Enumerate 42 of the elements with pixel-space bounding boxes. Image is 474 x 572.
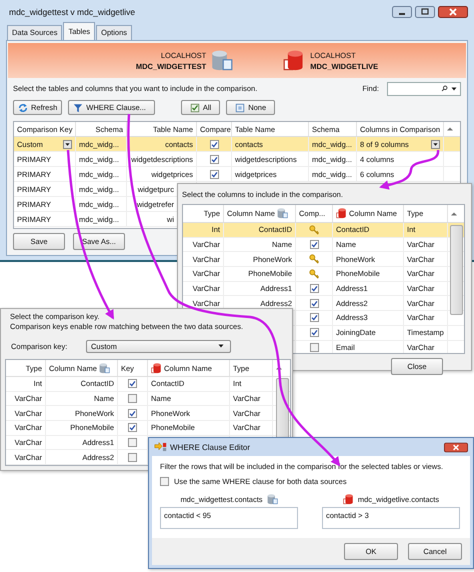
checkbox[interactable]	[310, 240, 318, 250]
checkbox[interactable]	[310, 313, 318, 322]
window-title: mdc_widgettest v mdc_widgetlive	[9, 7, 136, 17]
checkbox[interactable]	[310, 298, 318, 308]
funnel-icon	[73, 102, 84, 112]
checkbox[interactable]	[128, 394, 137, 404]
dropdown-button[interactable]	[63, 140, 72, 148]
caret-icon	[217, 342, 225, 350]
refresh-icon	[18, 102, 28, 112]
scrollbar[interactable]	[450, 225, 463, 315]
checkbox[interactable]	[210, 140, 218, 148]
close-button[interactable]	[438, 6, 468, 18]
database-icon	[276, 208, 288, 219]
minimize-button[interactable]	[392, 6, 412, 18]
list-icon	[235, 102, 246, 112]
search-field[interactable]	[387, 82, 461, 96]
caret-icon	[450, 84, 458, 92]
checkbox[interactable]	[310, 328, 318, 338]
checkbox[interactable]	[128, 423, 137, 432]
database-icon	[283, 48, 306, 72]
filter-arrow-icon	[154, 442, 167, 452]
database-icon	[342, 494, 354, 504]
checkbox[interactable]	[128, 408, 137, 418]
close-button[interactable]	[444, 442, 468, 452]
checklist-icon	[190, 102, 200, 112]
checkbox[interactable]	[128, 438, 137, 448]
database-icon	[266, 494, 278, 504]
dropdown-button[interactable]	[431, 140, 440, 148]
dialog-title: WHERE Clause Editor	[170, 442, 252, 452]
database-icon	[151, 362, 162, 374]
checkbox[interactable]	[310, 284, 318, 294]
checkbox[interactable]	[310, 342, 318, 352]
database-icon	[336, 208, 347, 219]
database-icon	[211, 48, 234, 72]
checkbox[interactable]	[210, 170, 218, 178]
checkbox[interactable]	[128, 379, 137, 388]
checkbox[interactable]	[210, 154, 218, 164]
search-icon	[441, 85, 448, 92]
maximize-button[interactable]	[415, 6, 435, 18]
checkbox[interactable]	[160, 477, 169, 486]
checkbox[interactable]	[128, 452, 137, 462]
database-icon	[98, 362, 110, 374]
